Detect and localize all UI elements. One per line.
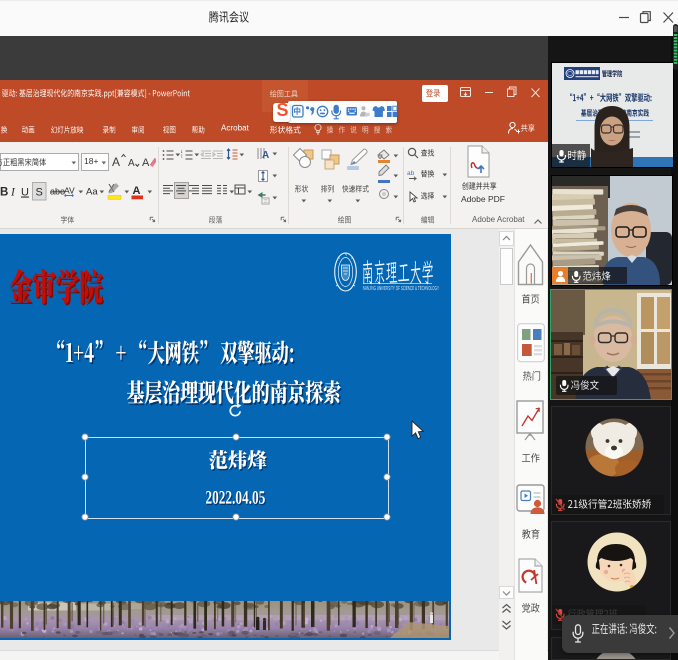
svg-text:A: A <box>112 155 120 169</box>
svg-text:A: A <box>133 185 141 197</box>
svg-text:A: A <box>262 150 269 161</box>
svg-text:abe: abe <box>50 187 65 197</box>
svg-text:A: A <box>128 158 135 169</box>
svg-text:S: S <box>36 187 43 199</box>
svg-text:B: B <box>0 187 8 199</box>
svg-text:I: I <box>10 187 16 199</box>
svg-text:U: U <box>21 187 29 199</box>
svg-text:Aa: Aa <box>86 187 98 198</box>
svg-text:A: A <box>142 157 150 169</box>
svg-text:2: 2 <box>181 154 183 159</box>
svg-text:ab: ab <box>407 170 415 177</box>
